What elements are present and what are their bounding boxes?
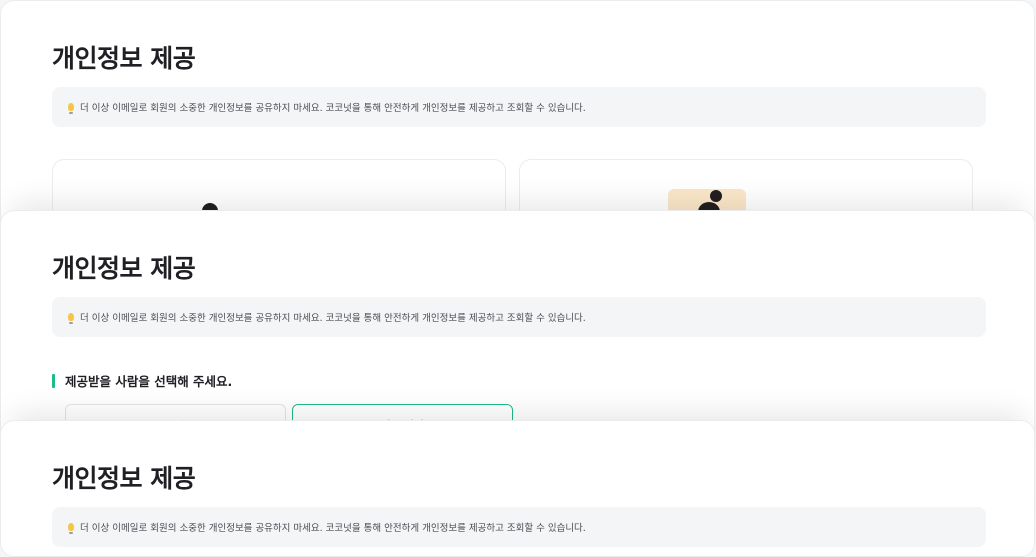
privacy-card-3: 개인정보 제공 더 이상 이메일로 회원의 소중한 개인정보를 공유하지 마세요…	[0, 420, 1035, 557]
section-label-text: 제공받을 사람을 선택해 주세요.	[65, 374, 233, 389]
page-title: 개인정보 제공	[52, 464, 196, 493]
notice-text: 더 이상 이메일로 회원의 소중한 개인정보를 공유하지 마세요. 코코넛을 통…	[80, 103, 586, 114]
recipient-section-label: 제공받을 사람을 선택해 주세요.	[52, 371, 232, 390]
page-title: 개인정보 제공	[52, 44, 196, 73]
page-title: 개인정보 제공	[52, 254, 196, 283]
notice-text: 더 이상 이메일로 회원의 소중한 개인정보를 공유하지 마세요. 코코넛을 통…	[80, 313, 586, 324]
notice-banner: 더 이상 이메일로 회원의 소중한 개인정보를 공유하지 마세요. 코코넛을 통…	[52, 87, 986, 127]
notice-text: 더 이상 이메일로 회원의 소중한 개인정보를 공유하지 마세요. 코코넛을 통…	[80, 523, 586, 534]
section-accent-bar	[52, 373, 55, 388]
person-head-icon	[710, 190, 722, 202]
stacked-cards: 개인정보 제공 더 이상 이메일로 회원의 소중한 개인정보를 공유하지 마세요…	[0, 0, 1036, 557]
notice-banner: 더 이상 이메일로 회원의 소중한 개인정보를 공유하지 마세요. 코코넛을 통…	[52, 507, 986, 547]
bulb-icon	[68, 313, 74, 324]
bulb-icon	[68, 103, 74, 114]
notice-banner: 더 이상 이메일로 회원의 소중한 개인정보를 공유하지 마세요. 코코넛을 통…	[52, 297, 986, 337]
bulb-icon	[68, 523, 74, 534]
